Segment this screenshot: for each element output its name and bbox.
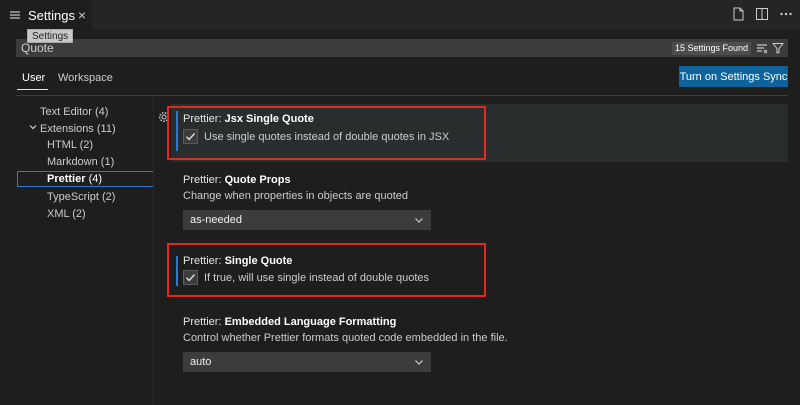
highlight-box xyxy=(167,243,486,297)
quote-props-value: as-needed xyxy=(190,214,242,226)
toc-item-extensions[interactable]: Extensions (11) xyxy=(40,121,116,137)
toc-item-typescript[interactable]: TypeScript (2) xyxy=(47,189,115,205)
settings-tab[interactable]: Settings × xyxy=(0,0,92,30)
settings-found-badge: 15 Settings Found xyxy=(671,42,751,55)
embedded-language-formatting-value: auto xyxy=(190,356,212,368)
toc-item-prettier-count: (4) xyxy=(88,173,103,185)
more-actions-icon[interactable] xyxy=(778,6,794,22)
embedded-language-formatting-select[interactable]: auto xyxy=(183,352,431,372)
split-editor-icon[interactable] xyxy=(754,6,770,22)
toc-sash[interactable] xyxy=(153,96,154,405)
filter-icon[interactable] xyxy=(772,41,784,55)
setting-embedded-language-formatting-title: Prettier: Embedded Language Formatting xyxy=(183,316,397,328)
toc-item-xml[interactable]: XML (2) xyxy=(47,206,86,222)
header-divider xyxy=(16,95,788,96)
toc-item-prettier[interactable]: Prettier (4) xyxy=(17,171,154,187)
toc-item-text-editor[interactable]: Text Editor (4) xyxy=(40,104,108,120)
chevron-down-icon xyxy=(413,356,425,368)
close-icon[interactable]: × xyxy=(74,7,90,23)
tab-tooltip: Settings xyxy=(27,29,74,43)
open-settings-json-icon[interactable] xyxy=(730,6,746,22)
toc-item-html[interactable]: HTML (2) xyxy=(47,137,93,153)
settings-tab-label: Settings xyxy=(28,7,75,23)
turn-on-settings-sync-button[interactable]: Turn on Settings Sync xyxy=(679,66,788,87)
chevron-down-icon xyxy=(413,214,425,226)
toc-item-markdown[interactable]: Markdown (1) xyxy=(47,154,114,170)
toc-item-prettier-name: Prettier xyxy=(47,173,86,185)
settings-search-box[interactable]: Quote 15 Settings Found xyxy=(16,39,788,57)
active-tab-underline xyxy=(17,89,48,90)
chevron-down-icon[interactable] xyxy=(29,123,37,134)
settings-file-icon xyxy=(8,8,22,22)
highlight-box xyxy=(167,106,486,160)
tab-user[interactable]: User xyxy=(22,72,45,84)
tab-workspace[interactable]: Workspace xyxy=(58,72,113,84)
setting-embedded-language-formatting-description: Control whether Prettier formats quoted … xyxy=(183,332,508,344)
setting-quote-props-description: Change when properties in objects are qu… xyxy=(183,190,409,202)
setting-quote-props-title: Prettier: Quote Props xyxy=(183,174,291,186)
editor-tab-bar: Settings × xyxy=(0,0,800,30)
quote-props-select[interactable]: as-needed xyxy=(183,210,431,230)
clear-filter-icon[interactable] xyxy=(756,41,768,55)
